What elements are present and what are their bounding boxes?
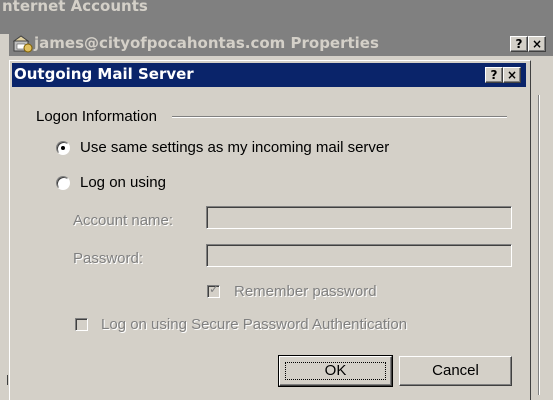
account-name-field[interactable]	[206, 206, 512, 229]
logon-information-label: Logon Information	[36, 108, 157, 125]
cancel-button[interactable]: Cancel	[399, 356, 512, 386]
remember-password-checkbox[interactable]: ✓	[207, 282, 220, 298]
remember-password-label: Remember password	[234, 283, 377, 300]
log-on-using-radio[interactable]	[56, 176, 70, 190]
dialog-title: Outgoing Mail Server	[14, 65, 194, 83]
checkmark-icon: ✓	[209, 282, 220, 296]
password-field[interactable]	[206, 244, 512, 267]
properties-side-highlight	[539, 95, 540, 395]
internet-accounts-title: nternet Accounts	[2, 0, 148, 15]
password-label: Password:	[73, 250, 144, 267]
mail-account-icon	[12, 34, 33, 54]
dialog-help-button[interactable]: ?	[485, 67, 503, 83]
window-edge	[7, 375, 8, 385]
screen: nternet Accounts james@cityofpocahontas.…	[0, 0, 553, 400]
log-on-using-label[interactable]: Log on using	[80, 174, 166, 191]
radio-selected-dot	[61, 146, 65, 150]
account-name-label: Account name:	[73, 212, 174, 229]
properties-title: james@cityofpocahontas.com Properties	[34, 34, 379, 52]
internet-accounts-body	[0, 34, 9, 400]
cancel-button-label: Cancel	[432, 362, 479, 379]
properties-help-button[interactable]: ?	[510, 36, 528, 52]
ok-button[interactable]: OK	[278, 355, 393, 387]
properties-close-button[interactable]: ×	[528, 36, 546, 52]
same-settings-label[interactable]: Use same settings as my incoming mail se…	[80, 139, 389, 156]
spa-label: Log on using Secure Password Authenticat…	[101, 316, 408, 333]
same-settings-radio[interactable]	[56, 141, 70, 155]
ok-button-label: OK	[324, 362, 347, 379]
group-divider	[172, 116, 507, 118]
dialog-close-button[interactable]: ×	[503, 67, 521, 83]
spa-checkbox[interactable]	[75, 318, 88, 331]
